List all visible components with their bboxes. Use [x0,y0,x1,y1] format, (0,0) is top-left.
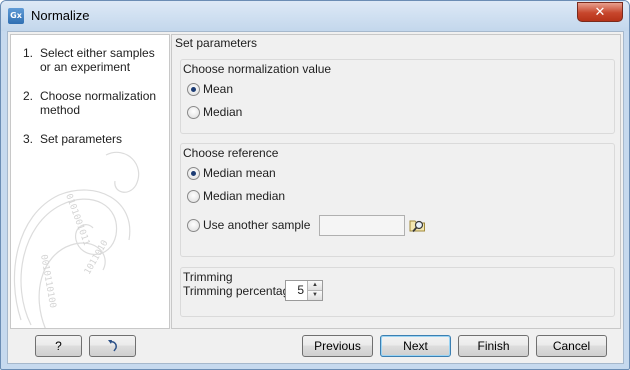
next-button[interactable]: Next [380,335,451,357]
normalize-dialog: Gx Normalize ✕ 1. Select either samples … [0,0,630,370]
window-title: Normalize [31,8,90,23]
radio-button[interactable] [187,190,200,203]
radio-button[interactable] [187,167,200,180]
dialog-body: 1. Select either samples or an experimen… [7,31,624,364]
group-title: Choose reference [183,146,279,160]
trimming-percentage-spinner[interactable]: 5 ▲ ▼ [285,280,323,301]
spinner-buttons: ▲ ▼ [307,281,322,300]
trimming-percentage-label: Trimming percentage [183,284,296,298]
radio-label: Median [203,105,243,119]
normalization-value-group: Choose normalization value Mean Median [180,59,615,134]
reset-button[interactable] [89,335,136,357]
wizard-steps-panel: 1. Select either samples or an experimen… [10,34,170,329]
app-icon: Gx [8,8,24,24]
spinner-value[interactable]: 5 [297,283,304,297]
radio-label: Median median [203,189,286,203]
another-sample-option[interactable]: Use another sample [187,215,447,236]
radio-button[interactable] [187,83,200,96]
cancel-button[interactable]: Cancel [536,335,607,357]
sample-input[interactable] [319,215,405,236]
reset-arrow-icon [107,340,117,352]
radio-button[interactable] [187,219,200,232]
finish-button[interactable]: Finish [458,335,529,357]
panel-title: Set parameters [175,36,258,50]
svg-text:0101001011: 0101001011 [63,193,91,247]
group-title: Trimming [183,270,233,284]
reference-group: Choose reference Median mean Median medi… [180,143,615,257]
decorative-swirl-graphic: 0101001011 0010110100 1011010 [13,151,140,328]
title-bar: Gx Normalize ✕ [1,1,629,31]
spinner-down-icon[interactable]: ▼ [308,291,322,300]
step-label: Select either samples or an experiment [40,46,155,74]
radio-label: Mean [203,82,234,96]
radio-label: Use another sample [203,218,311,232]
help-button[interactable]: ? [35,335,82,357]
close-button[interactable]: ✕ [577,2,623,22]
previous-button[interactable]: Previous [302,335,373,357]
spinner-up-icon[interactable]: ▲ [308,281,322,291]
browse-folder-icon[interactable] [409,216,427,234]
trimming-group: Trimming Trimming percentage 5 ▲ ▼ [180,267,615,317]
step-number: 2. [23,89,34,103]
group-title: Choose normalization value [183,62,332,76]
step-label: Choose normalization method [40,89,157,117]
set-parameters-panel: Set parameters Choose normalization valu… [171,34,621,329]
step-number: 1. [23,46,34,60]
radio-button[interactable] [187,106,200,119]
radio-label: Median mean [203,166,276,180]
